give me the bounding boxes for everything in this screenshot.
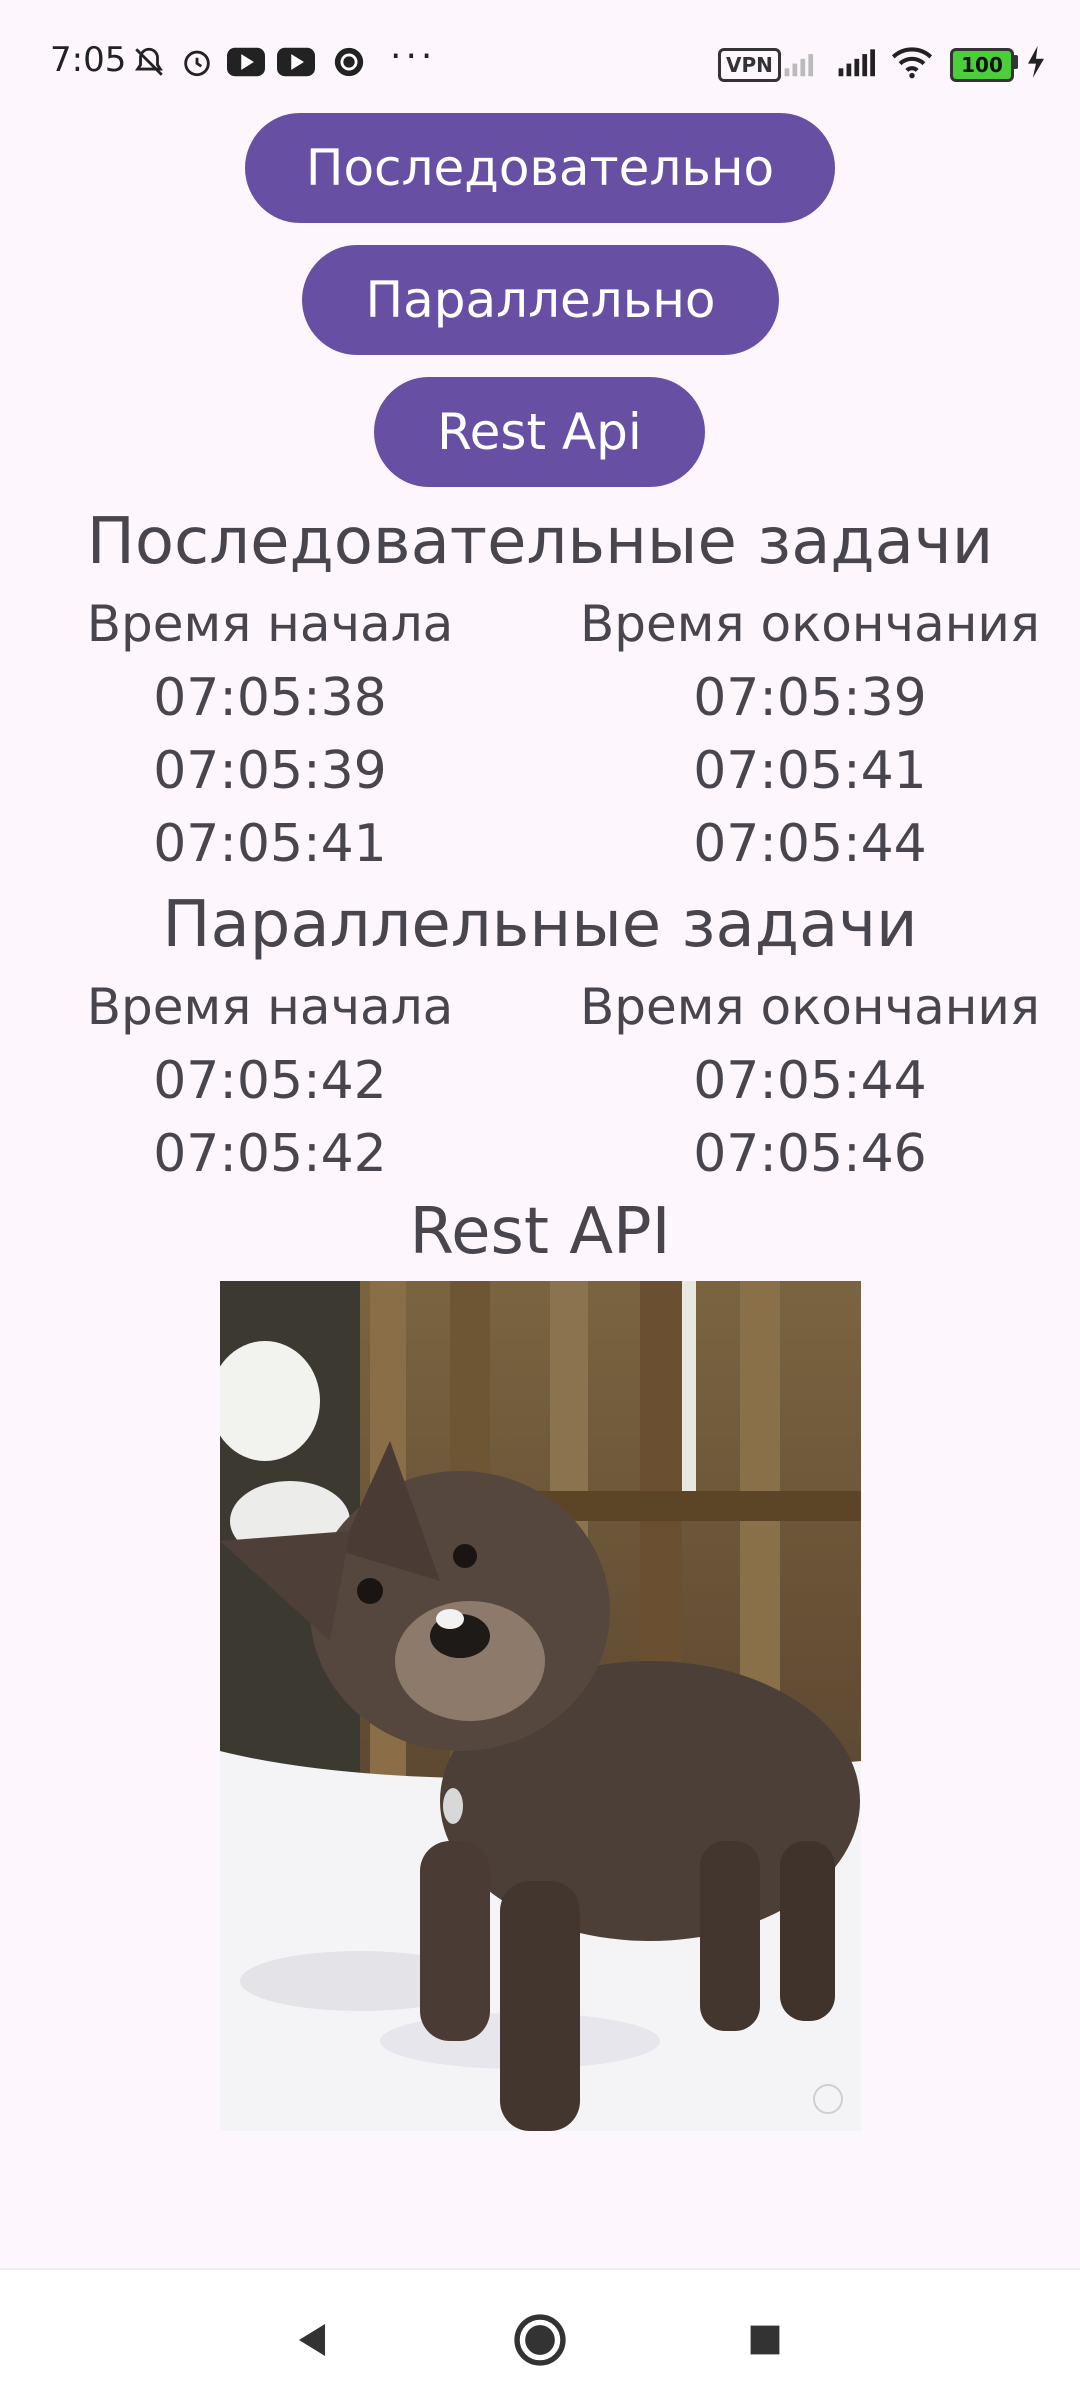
parallel-tasks-title: Параллельные задачи (162, 888, 918, 962)
parallel-start-time: 07:05:42 (153, 1124, 387, 1184)
notifications-off-icon (130, 44, 168, 80)
parallel-start-time: 07:05:42 (153, 1051, 387, 1111)
sequential-start-time: 07:05:41 (153, 814, 387, 874)
sequential-end-time: 07:05:41 (693, 741, 927, 801)
sequential-start-time: 07:05:38 (153, 668, 387, 728)
sequential-end-time: 07:05:39 (693, 668, 927, 728)
vpn-badge: VPN (718, 48, 781, 82)
recents-icon[interactable] (735, 2310, 795, 2370)
youtube-icon (226, 44, 266, 80)
wifi-icon (890, 44, 934, 80)
sequential-start-time: 07:05:39 (153, 741, 387, 801)
sequential-end-time: 07:05:44 (693, 814, 927, 874)
youtube-icon (276, 44, 316, 80)
sequential-button[interactable]: Последовательно (245, 113, 835, 223)
sequential-end-header: Время окончания (579, 595, 1040, 653)
status-bar: 7:05 ··· VPN 100 (0, 0, 1080, 120)
charging-icon (1024, 44, 1048, 80)
parallel-end-header: Время окончания (579, 978, 1040, 1036)
rest-api-button[interactable]: Rest Api (374, 377, 705, 487)
parallel-end-time: 07:05:44 (693, 1051, 927, 1111)
battery-tip (1013, 55, 1018, 69)
vpn-app-icon (330, 44, 368, 80)
clock: 7:05 (50, 40, 127, 80)
parallel-start-header: Время начала (86, 978, 454, 1036)
sequential-start-header: Время начала (86, 595, 454, 653)
signal-icon (836, 44, 876, 80)
rest-api-title: Rest API (409, 1195, 671, 1269)
parallel-end-time: 07:05:46 (693, 1124, 927, 1184)
dog-photo (220, 1281, 861, 2131)
back-icon[interactable] (283, 2310, 343, 2370)
more-notifications-icon: ··· (390, 36, 437, 77)
sequential-tasks-title: Последовательные задачи (86, 505, 994, 579)
alarm-icon (178, 44, 216, 80)
parallel-button[interactable]: Параллельно (302, 245, 779, 355)
signal-weak-icon (782, 44, 822, 80)
battery-indicator: 100 (950, 48, 1014, 82)
navigation-bar (0, 2268, 1080, 2402)
home-icon[interactable] (510, 2310, 570, 2370)
